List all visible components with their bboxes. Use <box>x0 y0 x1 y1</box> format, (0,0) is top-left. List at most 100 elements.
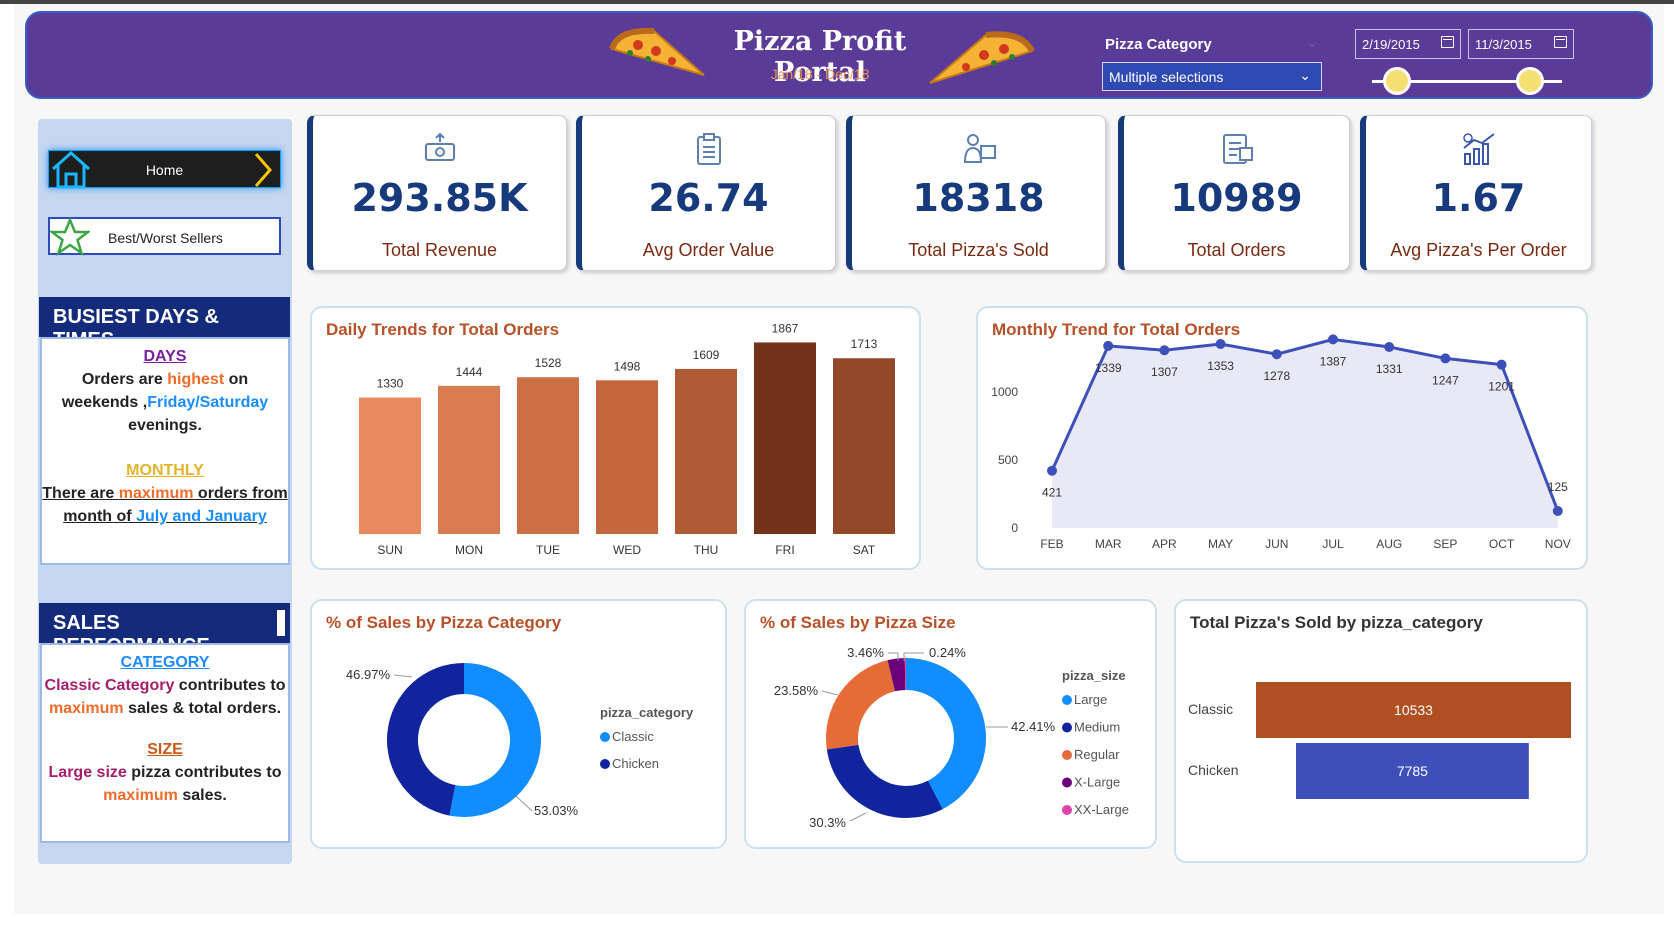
chevron-down-icon: ⌄ <box>1299 67 1311 83</box>
busiest-days-heading: BUSIEST DAYS & TIMES <box>39 297 290 351</box>
legend-marker <box>1062 750 1072 760</box>
slider-end-handle[interactable] <box>1516 67 1544 95</box>
money-icon <box>424 132 455 161</box>
data-label: 1201 <box>1488 380 1515 394</box>
data-point <box>1384 341 1395 352</box>
page-subtitle: Jan/18 - Dec/18 <box>770 66 870 82</box>
x-tick-label: SUN <box>377 543 402 557</box>
chevron-down-icon[interactable]: ⌄ <box>1307 36 1317 50</box>
bar <box>517 377 579 534</box>
kpi-value: 10989 <box>1170 176 1303 220</box>
sales-by-category-card: % of Sales by Pizza Category 53.03% 46.97… <box>310 599 727 849</box>
data-point <box>1496 359 1507 370</box>
donut-slice <box>826 744 943 818</box>
kpi-value: 293.85K <box>351 176 528 220</box>
kpi-total-orders[interactable]: 10989 Total Orders <box>1118 115 1350 271</box>
kpi-label: Total Orders <box>1187 240 1286 260</box>
leader-line <box>821 690 839 696</box>
y-tick-label: 0 <box>1011 521 1018 535</box>
data-label: 0.24% <box>929 645 966 660</box>
y-tick-label: Classic <box>1188 701 1233 717</box>
leader-line <box>849 812 867 822</box>
legend-label: Chicken <box>612 756 659 771</box>
x-tick-label: APR <box>1152 537 1177 551</box>
data-label: 1353 <box>1207 359 1234 373</box>
legend-marker <box>1062 722 1072 733</box>
x-tick-label: NOV <box>1545 537 1571 551</box>
legend-label: XX-Large <box>1074 802 1129 817</box>
data-point <box>1552 506 1563 516</box>
legend-marker <box>1062 805 1072 815</box>
legend-marker <box>600 732 610 742</box>
data-point <box>1271 349 1282 360</box>
legend-marker <box>1062 695 1072 705</box>
monthly-title: MONTHLY <box>126 462 204 479</box>
date-start-input[interactable]: 2/19/2015 <box>1355 29 1461 59</box>
size-text: Large size pizza contributes to maximum … <box>48 764 282 804</box>
days-text: Orders are highest on weekends ,Friday/S… <box>61 371 269 434</box>
x-tick-label: WED <box>613 543 641 557</box>
sales-performance-panel: CATEGORY Classic Category contributes to… <box>40 643 290 843</box>
data-label: 10533 <box>1394 702 1433 718</box>
x-tick-label: SEP <box>1433 537 1457 551</box>
legend-title: pizza_category <box>600 705 694 720</box>
kpi-total-pizzas-sold[interactable]: 18318 Total Pizza's Sold <box>846 115 1106 271</box>
data-point <box>1215 338 1226 349</box>
size-title: SIZE <box>147 741 183 758</box>
data-label: 53.03% <box>534 803 579 818</box>
days-title: DAYS <box>143 348 187 365</box>
date-start-value: 2/19/2015 <box>1362 37 1420 52</box>
area-fill <box>1052 339 1558 528</box>
legend-marker <box>1062 777 1072 788</box>
x-tick-label: JUN <box>1265 537 1288 551</box>
legend-label: Classic <box>612 729 654 744</box>
x-tick-label: FRI <box>775 543 794 557</box>
home-icon <box>52 150 90 189</box>
growth-chart-icon <box>1462 133 1495 165</box>
home-button[interactable]: Home <box>48 150 281 189</box>
data-point <box>1159 345 1170 356</box>
data-label: 1331 <box>1376 362 1403 376</box>
kpi-label: Avg Order Value <box>642 240 775 260</box>
data-label: 46.97% <box>346 667 391 682</box>
date-end-input[interactable]: 11/3/2015 <box>1468 29 1574 59</box>
category-text: Classic Category contributes to maximum … <box>44 677 286 717</box>
data-label: 1387 <box>1320 354 1347 368</box>
legend-title: pizza_size <box>1062 668 1126 683</box>
bar <box>596 380 658 534</box>
data-label: 23.58% <box>774 683 819 698</box>
date-end-value: 11/3/2015 <box>1475 37 1532 52</box>
kpi-avg-pizzas-per-order[interactable]: 1.67 Avg Pizza's Per Order <box>1360 115 1592 271</box>
scrollbar-thumb[interactable] <box>277 610 285 636</box>
category-filter-select[interactable]: Multiple selections ⌄ <box>1102 62 1322 91</box>
data-label: 125 <box>1548 480 1568 494</box>
category-filter-value: Multiple selections <box>1109 69 1224 85</box>
sales-by-category-chart: 53.03% 46.97% pizza_category Classic Chicken <box>346 663 694 818</box>
calendar-icon[interactable] <box>1441 36 1454 48</box>
slider-start-handle[interactable] <box>1383 67 1411 95</box>
pizza-slice-icon <box>609 27 705 76</box>
kpi-label: Avg Pizza's Per Order <box>1390 240 1567 260</box>
data-label: 1609 <box>693 348 720 362</box>
data-label: 1713 <box>851 337 878 351</box>
home-button-label: Home <box>145 162 184 178</box>
calendar-icon[interactable] <box>1554 36 1567 48</box>
kpi-value: 18318 <box>912 176 1045 220</box>
chevron-right-icon <box>254 153 272 187</box>
data-label: 1307 <box>1151 365 1178 379</box>
busiest-days-panel: DAYS Orders are highest on weekends ,Fri… <box>40 337 290 565</box>
x-tick-label: OCT <box>1489 537 1515 551</box>
x-tick-label: MAY <box>1208 537 1233 551</box>
best-worst-sellers-button[interactable]: Best/Worst Sellers <box>48 217 281 257</box>
bar <box>675 368 737 534</box>
kpi-value: 1.67 <box>1431 176 1526 220</box>
category-title: CATEGORY <box>120 654 210 671</box>
data-label: 7785 <box>1397 763 1428 779</box>
legend-label: Medium <box>1074 720 1120 735</box>
data-label: 42.41% <box>1011 719 1056 734</box>
data-label: 1498 <box>614 359 641 373</box>
kpi-avg-order-value[interactable]: 26.74 Avg Order Value <box>576 115 836 271</box>
kpi-total-revenue[interactable]: 293.85K Total Revenue <box>307 115 567 271</box>
kpi-value: 26.74 <box>648 176 769 220</box>
data-label: 1867 <box>772 321 799 335</box>
